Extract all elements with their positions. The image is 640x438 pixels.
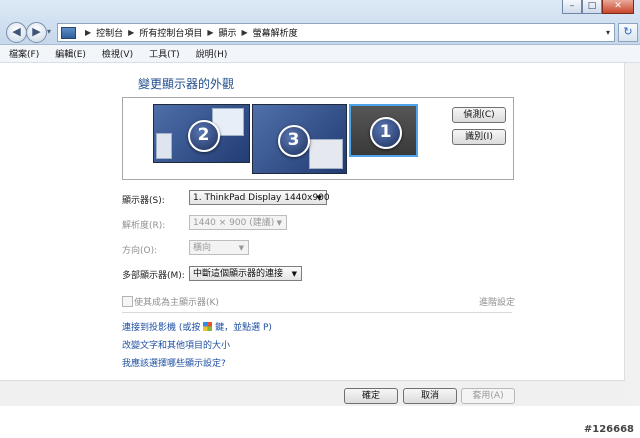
forward-button[interactable]: ▶ — [26, 22, 47, 43]
which-settings-link[interactable]: 我應該選擇哪些顯示設定? — [122, 356, 226, 369]
divider — [122, 312, 512, 313]
connect-projector-link[interactable]: 連接到投影機 (或按 鍵，並點選 P) — [122, 320, 272, 333]
window-controls: – □ ✕ — [562, 0, 634, 14]
chevron-down-icon: ▼ — [238, 244, 244, 252]
projector-link-suffix: 鍵，並點選 P) — [212, 323, 272, 333]
chevron-down-icon: ▼ — [316, 194, 322, 202]
make-main-display-label: 使其成為主顯示器(K) — [134, 298, 219, 308]
display-value: 1. ThinkPad Display 1440x900 — [193, 193, 330, 203]
address-bar[interactable]: ▶ 控制台 ▶ 所有控制台項目 ▶ 顯示 ▶ 螢幕解析度 ▾ — [57, 23, 615, 42]
chevron-down-icon: ▼ — [291, 270, 297, 278]
menu-file[interactable]: 檔案(F) — [0, 45, 46, 62]
control-panel-icon — [61, 26, 76, 39]
minimize-button[interactable]: – — [562, 0, 582, 14]
display-select[interactable]: 1. ThinkPad Display 1440x900 ▼ — [189, 190, 330, 205]
menu-edit[interactable]: 編輯(E) — [46, 45, 93, 62]
page-title: 變更顯示器的外觀 — [138, 77, 235, 91]
chevron-down-icon: ▼ — [276, 219, 282, 227]
apply-button: 套用(A) — [461, 388, 515, 404]
close-button[interactable]: ✕ — [602, 0, 634, 14]
breadcrumb-screen-resolution[interactable]: 螢幕解析度 — [253, 26, 298, 39]
windows-logo-icon — [203, 322, 213, 331]
monitor-2[interactable]: 2 — [153, 104, 250, 163]
multiple-displays-select[interactable]: 中斷這個顯示器的連接 ▼ — [189, 266, 302, 281]
text-size-link[interactable]: 改變文字和其他項目的大小 — [122, 338, 230, 351]
menu-tools[interactable]: 工具(T) — [140, 45, 187, 62]
window-bottom-edge — [0, 406, 640, 438]
identify-button[interactable]: 識別(I) — [452, 129, 506, 145]
menu-bar: 檔案(F) 編輯(E) 檢視(V) 工具(T) 說明(H) — [0, 45, 640, 63]
monitor-arrangement-panel: 2 3 1 偵測(C) 識別(I) — [122, 97, 514, 180]
monitor-number-badge: 1 — [369, 116, 402, 149]
projector-link-text: 連接到投影機 (或按 — [122, 323, 204, 333]
monitor-number-badge: 2 — [187, 119, 220, 152]
display-label: 顯示器(S): — [122, 196, 165, 206]
breadcrumb-control-panel[interactable]: 控制台 — [96, 26, 123, 39]
back-arrow-icon: ◀ — [12, 25, 21, 38]
desktop-icons-thumbnail-icon — [156, 133, 172, 159]
cancel-button[interactable]: 取消 — [403, 388, 457, 404]
orientation-select: 橫向 ▼ — [189, 240, 249, 255]
maximize-button[interactable]: □ — [582, 0, 602, 14]
back-button[interactable]: ◀ — [6, 22, 27, 43]
breadcrumb-arrow-icon[interactable]: ▶ — [85, 28, 91, 37]
title-bar: – □ ✕ ◀ ▶ ▾ ▶ 控制台 ▶ 所有控制台項目 ▶ 顯示 ▶ 螢幕解析度… — [0, 0, 640, 45]
refresh-icon: ↻ — [623, 25, 633, 38]
monitor-3[interactable]: 3 — [252, 104, 347, 174]
resolution-select: 1440 × 900 (建議) ▼ — [189, 215, 287, 230]
recent-pages-dropdown[interactable]: ▾ — [47, 27, 51, 36]
resolution-label: 解析度(R): — [122, 221, 166, 231]
menu-view[interactable]: 檢視(V) — [93, 45, 140, 62]
breadcrumb-display[interactable]: 顯示 — [219, 26, 237, 39]
advanced-settings-link: 進階設定 — [479, 298, 516, 308]
menu-help[interactable]: 說明(H) — [187, 45, 235, 62]
ok-button[interactable]: 確定 — [344, 388, 398, 404]
dialog-footer: 確定 取消 套用(A) — [0, 380, 625, 407]
watermark-text: #126668 — [583, 424, 634, 435]
forward-arrow-icon: ▶ — [32, 25, 41, 38]
address-dropdown-icon[interactable]: ▾ — [606, 28, 610, 37]
detect-button[interactable]: 偵測(C) — [452, 107, 506, 123]
breadcrumb-arrow-icon[interactable]: ▶ — [242, 28, 248, 37]
orientation-label: 方向(O): — [122, 246, 158, 256]
breadcrumb-all-items[interactable]: 所有控制台項目 — [139, 26, 202, 39]
multiple-displays-label: 多部顯示器(M): — [122, 271, 185, 281]
orientation-value: 橫向 — [193, 243, 212, 253]
refresh-button[interactable]: ↻ — [618, 23, 638, 42]
vertical-scrollbar[interactable] — [624, 63, 640, 406]
make-main-display-checkbox — [122, 296, 133, 307]
breadcrumb-arrow-icon[interactable]: ▶ — [207, 28, 213, 37]
monitor-1-selected[interactable]: 1 — [349, 104, 418, 157]
monitor-number-badge: 3 — [277, 125, 310, 157]
multiple-displays-value: 中斷這個顯示器的連接 — [193, 269, 284, 279]
breadcrumb-arrow-icon[interactable]: ▶ — [128, 28, 134, 37]
calculator-thumbnail-icon — [309, 139, 343, 169]
resolution-value: 1440 × 900 (建議) — [193, 218, 275, 228]
